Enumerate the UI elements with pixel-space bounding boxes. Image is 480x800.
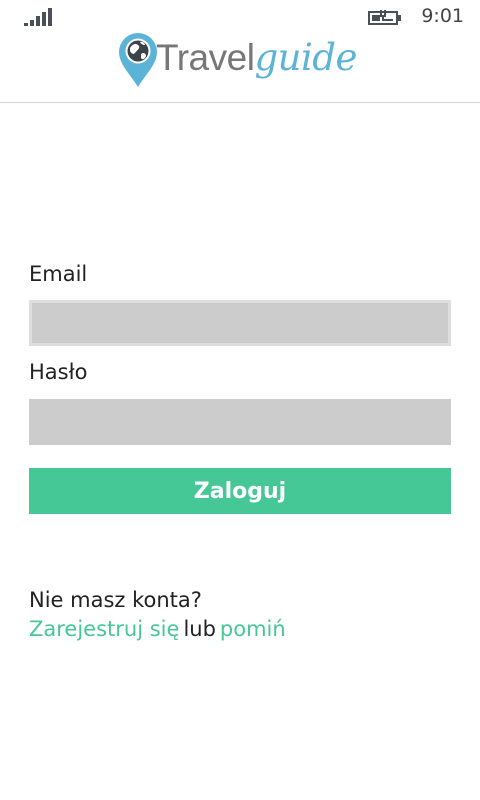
logo-wordmark: Travelguide [156,38,357,85]
battery-charging-icon [368,10,401,25]
email-field[interactable] [29,300,451,346]
register-row: Zarejestruj się lub pomiń [29,617,286,641]
app-header: Travelguide [0,32,480,103]
signal-strength-icon [24,8,52,26]
password-label: Hasło [29,360,88,384]
clock: 9:01 [421,5,464,27]
password-field[interactable] [29,399,451,445]
no-account-text: Nie masz konta? [29,588,202,612]
skip-link[interactable]: pomiń [220,617,286,641]
logo-text-travel: Travel [156,37,255,78]
register-link[interactable]: Zarejestruj się [29,617,179,641]
email-label: Email [29,262,88,286]
travelguide-logo: Travelguide [118,32,368,100]
status-bar: 9:01 [0,0,480,32]
or-text: lub [183,617,216,641]
map-pin-globe-icon [119,33,157,87]
logo-text-guide: guide [254,36,357,79]
login-button[interactable]: Zaloguj [29,468,451,514]
